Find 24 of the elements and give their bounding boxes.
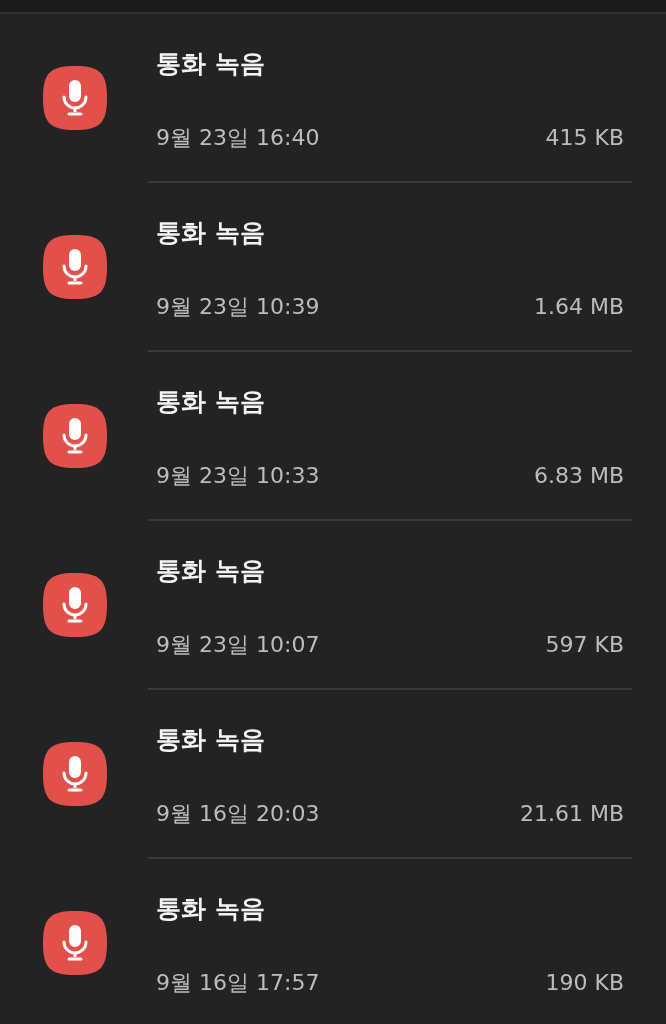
recording-date: 9월 23일 10:33 [156,462,320,490]
file-size: 1.64 MB [533,293,624,321]
recording-title: 통화 녹음 [156,387,265,416]
microphone-icon [42,65,108,131]
recording-date: 9월 23일 16:40 [156,124,320,152]
recording-title: 통화 녹음 [156,49,265,78]
recording-title: 통화 녹음 [156,556,265,585]
recording-date: 9월 16일 17:57 [156,969,320,997]
microphone-icon [42,572,108,638]
recording-date: 9월 23일 10:07 [156,631,320,659]
recording-date: 9월 23일 10:39 [156,293,320,321]
microphone-icon [42,403,108,469]
file-size: 415 KB [545,124,624,152]
recording-title: 통화 녹음 [156,894,265,923]
recording-date: 9월 16일 20:03 [156,800,320,828]
microphone-icon [42,910,108,976]
file-size: 190 KB [545,969,624,997]
file-size: 6.83 MB [533,462,624,490]
recording-title: 통화 녹음 [156,218,265,247]
recording-title: 통화 녹음 [156,725,265,754]
microphone-icon [42,741,108,807]
microphone-icon [42,234,108,300]
file-size: 597 KB [545,631,624,659]
file-size: 21.61 MB [519,800,624,828]
